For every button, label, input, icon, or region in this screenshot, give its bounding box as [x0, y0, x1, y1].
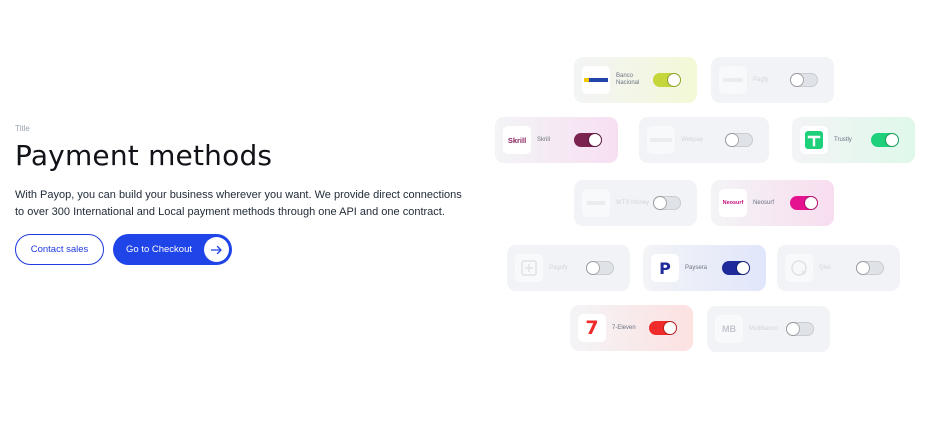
webpay-logo-icon [647, 126, 675, 154]
payment-method-name: Webpay [681, 136, 703, 143]
payment-card-wts-money: WTS Money [574, 180, 697, 226]
payment-method-name: Skrill [537, 136, 550, 143]
payment-card-skrill: Skrill Skrill [495, 117, 618, 163]
seven-eleven-toggle[interactable] [649, 321, 677, 335]
skrill-toggle[interactable] [574, 133, 602, 147]
page-title: Payment methods [15, 139, 273, 172]
neosurf-logo-icon: Neosurf [719, 189, 747, 217]
payment-method-name: Neosurf [753, 199, 775, 206]
payment-method-name: Qiwi [819, 264, 831, 271]
toggle-knob [791, 74, 803, 86]
payment-card-trustly: Trustly [792, 117, 915, 163]
qiwi-logo-icon [785, 254, 813, 282]
wts-money-logo-icon [582, 189, 610, 217]
arrow-right-icon [204, 237, 229, 262]
pagofy-logo-icon [515, 254, 543, 282]
toggle-knob [787, 323, 799, 335]
seven-eleven-logo-icon: 7 [578, 314, 606, 342]
paysera-logo-text: P [659, 258, 671, 278]
payment-card-neosurf: Neosurf Neosurf [711, 180, 834, 226]
toggle-knob [726, 134, 738, 146]
hero-description: With Payop, you can build your business … [15, 189, 462, 218]
payment-method-name: WTS Money [616, 199, 650, 206]
toggle-knob [589, 134, 601, 146]
toggle-knob [654, 197, 666, 209]
toggle-knob [805, 197, 817, 209]
payment-method-name: Paysera [685, 264, 708, 271]
hero-section: Title Payment methods With Payop, you ca… [15, 124, 485, 265]
checkout-button-label: Go to Checkout [126, 244, 193, 255]
multibanco-logo-text: MB [722, 324, 736, 334]
multibanco-logo-icon: MB [715, 315, 743, 343]
payment-card-pagofy: Pagofy [507, 245, 630, 291]
trustly-toggle[interactable] [871, 133, 899, 147]
payment-card-qiwi: Qiwi [777, 245, 900, 291]
payment-card-7-eleven: 7 7-Eleven [570, 305, 693, 351]
payment-card-paysera: P Paysera [643, 245, 766, 291]
payment-card-pagfy: Pagfy [711, 57, 834, 103]
payment-method-name: Trustly [834, 136, 852, 143]
webpay-toggle[interactable] [725, 133, 753, 147]
seven-eleven-logo-text: 7 [585, 317, 599, 339]
payment-card-multibanco: MB Multibanco [707, 306, 830, 352]
payment-method-name: Pagfy [753, 76, 769, 83]
paysera-toggle[interactable] [722, 261, 750, 275]
hero-actions: Contact sales Go to Checkout [15, 234, 485, 265]
trustly-logo-icon [800, 126, 828, 154]
pagfy-toggle[interactable] [790, 73, 818, 87]
multibanco-toggle[interactable] [786, 322, 814, 336]
pagfy-logo-icon [719, 66, 747, 94]
payment-method-name: 7-Eleven [612, 324, 636, 331]
toggle-knob [886, 134, 898, 146]
toggle-knob [737, 262, 749, 274]
paysera-logo-icon: P [651, 254, 679, 282]
payment-method-name: Banco Nacional [616, 73, 640, 86]
toggle-knob [668, 74, 680, 86]
go-to-checkout-button[interactable]: Go to Checkout [113, 234, 232, 265]
qiwi-toggle[interactable] [856, 261, 884, 275]
payment-card-banco-nacional: Banco Nacional [574, 57, 697, 103]
eyebrow-label: Title [15, 124, 30, 133]
pagofy-toggle[interactable] [586, 261, 614, 275]
neosurf-logo-text: Neosurf [722, 200, 744, 206]
banco-nacional-toggle[interactable] [653, 73, 681, 87]
payment-card-webpay: Webpay [639, 117, 769, 163]
neosurf-toggle[interactable] [790, 196, 818, 210]
wts-money-toggle[interactable] [653, 196, 681, 210]
toggle-knob [664, 322, 676, 334]
toggle-knob [857, 262, 869, 274]
skrill-logo-text: Skrill [507, 135, 527, 145]
skrill-logo-icon: Skrill [503, 126, 531, 154]
toggle-knob [587, 262, 599, 274]
banco-nacional-logo-icon [582, 66, 610, 94]
contact-sales-button[interactable]: Contact sales [15, 234, 104, 265]
payment-method-name: Pagofy [549, 264, 568, 271]
payment-method-name: Multibanco [749, 325, 779, 332]
